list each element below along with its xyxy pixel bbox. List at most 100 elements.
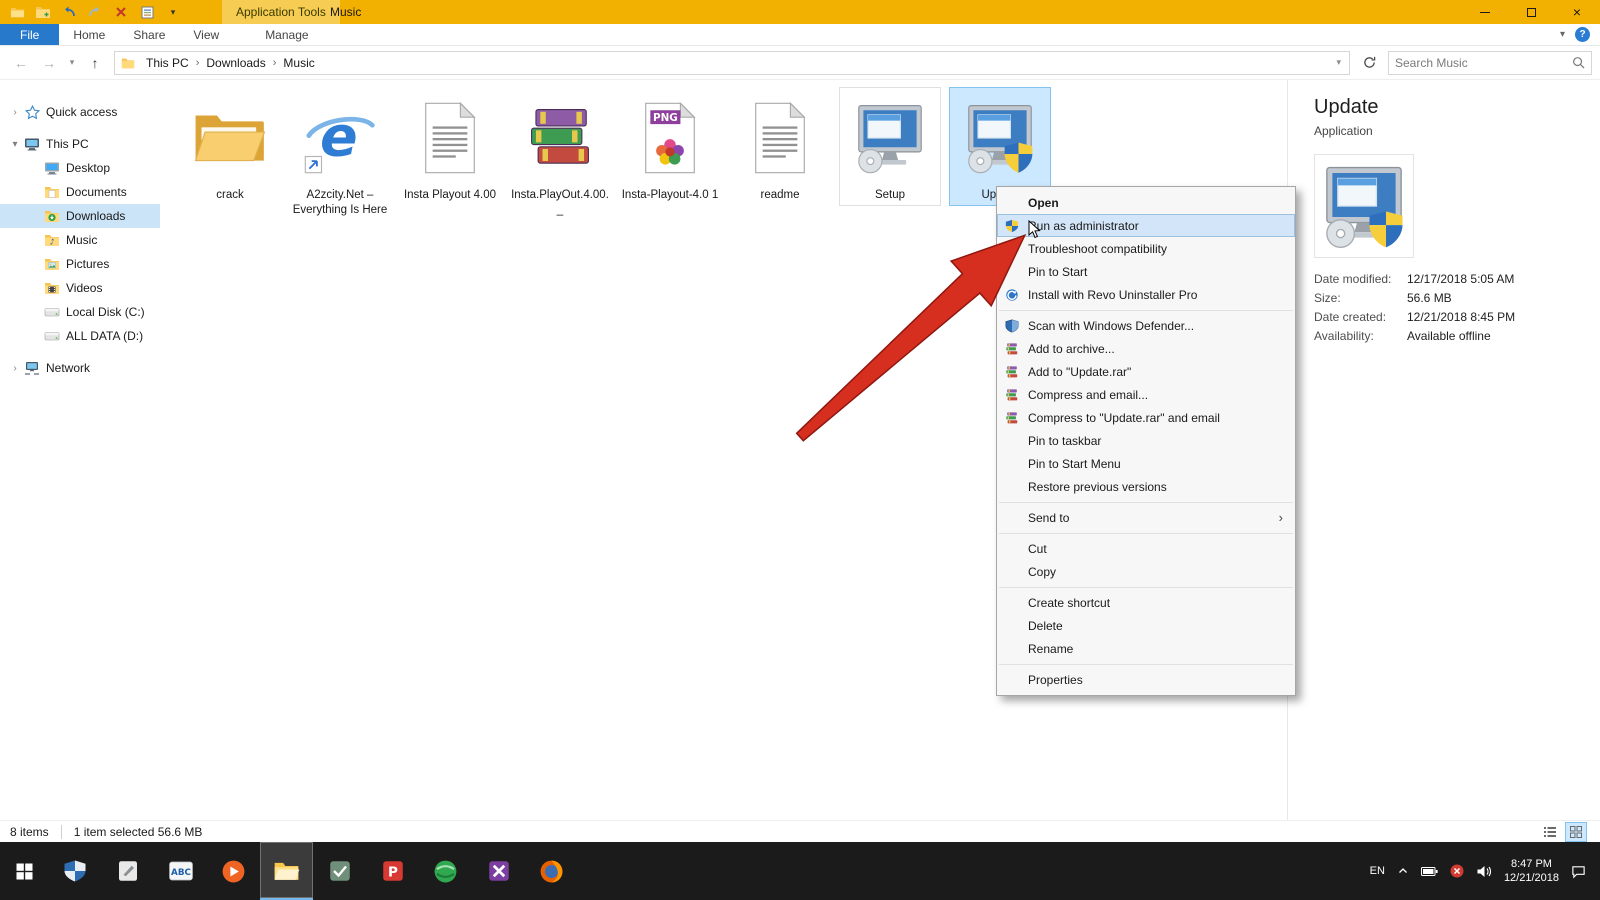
menu-item-compress-to-update-rar-and-email[interactable]: Compress to "Update.rar" and email [997, 406, 1295, 429]
menu-item-pin-to-taskbar[interactable]: Pin to taskbar [997, 429, 1295, 452]
show-hidden-icons-icon[interactable] [1397, 865, 1409, 877]
taskbar-app-green-gray-app[interactable] [313, 842, 366, 900]
ribbon-tab-file[interactable]: File [0, 24, 60, 45]
clock[interactable]: 8:47 PM 12/21/2018 [1504, 857, 1559, 885]
sidebar-item-music[interactable]: ♪ Music [0, 228, 160, 252]
up-button[interactable]: ↑ [82, 51, 108, 75]
ribbon-tab-home[interactable]: Home [59, 24, 119, 45]
menu-item-properties[interactable]: Properties [997, 668, 1295, 691]
sidebar-item-label: Music [66, 233, 98, 247]
help-icon[interactable]: ? [1575, 27, 1590, 42]
maximize-button[interactable] [1508, 0, 1554, 24]
menu-item-troubleshoot-compatibility[interactable]: Troubleshoot compatibility [997, 237, 1295, 260]
address-dropdown-icon[interactable]: ▾ [1328, 57, 1349, 68]
taskbar-app-notes-app[interactable] [101, 842, 154, 900]
back-button[interactable]: ← [8, 51, 34, 75]
search-icon[interactable] [1572, 56, 1591, 69]
file-tile-readme[interactable]: readme [730, 88, 830, 205]
taskbar-app-media-player[interactable] [207, 842, 260, 900]
menu-item-restore-previous-versions[interactable]: Restore previous versions [997, 475, 1295, 498]
recent-locations-dropdown[interactable]: ▾ [64, 51, 80, 75]
menu-item-open[interactable]: Open [997, 191, 1295, 214]
sidebar-item-documents[interactable]: Documents [0, 180, 160, 204]
ribbon-tab-share[interactable]: Share [119, 24, 179, 45]
explorer-icon[interactable] [8, 3, 26, 21]
details-property-row: Date modified: 12/17/2018 5:05 AM [1314, 270, 1600, 289]
menu-item-scan-with-windows-defender[interactable]: Scan with Windows Defender... [997, 314, 1295, 337]
minimize-button[interactable] [1462, 0, 1508, 24]
file-tile-a2zcity-net-everything-is-here[interactable]: e A2zcity.Net – Everything Is Here [290, 88, 390, 220]
breadcrumb-item-music[interactable]: Music [276, 52, 321, 74]
sidebar-item-network[interactable]: › Network [0, 356, 160, 380]
chevron-down-icon[interactable]: ▾ [8, 139, 22, 150]
new-folder-icon[interactable] [34, 3, 52, 21]
large-icons-view-button[interactable] [1565, 821, 1587, 842]
address-box[interactable]: This PC › Downloads › Music ▾ [114, 50, 1350, 75]
breadcrumb-item-this-pc[interactable]: This PC [139, 52, 196, 74]
menu-item-run-as-administrator[interactable]: Run as administrator [997, 214, 1295, 237]
sidebar-item-desktop[interactable]: Desktop [0, 156, 160, 180]
sidebar-item-local-disk-c[interactable]: Local Disk (C:) [0, 300, 160, 324]
menu-item-send-to[interactable]: Send to › [997, 506, 1295, 529]
menu-item-pin-to-start[interactable]: Pin to Start [997, 260, 1295, 283]
titlebar: ▾ Application Tools Music × [0, 0, 1600, 24]
menu-item-install-with-revo-uninstaller-pro[interactable]: Install with Revo Uninstaller Pro [997, 283, 1295, 306]
battery-icon[interactable] [1420, 866, 1438, 877]
taskbar-app-green-orb-app[interactable] [419, 842, 472, 900]
menu-item-create-shortcut[interactable]: Create shortcut [997, 591, 1295, 614]
taskbar-app-windows-defender[interactable] [48, 842, 101, 900]
language-indicator[interactable]: EN [1370, 865, 1385, 877]
taskbar-app-abc-app[interactable]: ABC [154, 842, 207, 900]
details-title: Update [1314, 96, 1379, 118]
taskbar-app-file-explorer[interactable] [260, 842, 313, 900]
menu-item-pin-to-start-menu[interactable]: Pin to Start Menu [997, 452, 1295, 475]
chevron-right-icon[interactable]: › [8, 107, 22, 118]
breadcrumb-item-downloads[interactable]: Downloads [199, 52, 272, 74]
menu-item-label: Run as administrator [1028, 218, 1139, 233]
sidebar-item-this-pc[interactable]: ▾ This PC [0, 132, 160, 156]
sidebar-item-pictures[interactable]: Pictures [0, 252, 160, 276]
menu-icon-slot [1003, 641, 1021, 657]
menu-item-compress-and-email[interactable]: Compress and email... [997, 383, 1295, 406]
close-button[interactable]: × [1554, 0, 1600, 24]
taskbar-app-firefox[interactable] [525, 842, 578, 900]
file-tile-insta-playout-4-0-1[interactable]: PNG Insta-Playout-4.0 1 [620, 88, 720, 205]
start-button[interactable] [0, 842, 48, 900]
address-bar: ← → ▾ ↑ This PC › Downloads › Music ▾ [0, 46, 1600, 80]
volume-icon[interactable] [1476, 865, 1492, 878]
menu-item-add-to-archive[interactable]: Add to archive... [997, 337, 1295, 360]
selected-file-icon [1314, 154, 1414, 258]
menu-item-add-to-update-rar[interactable]: Add to "Update.rar" [997, 360, 1295, 383]
search-input[interactable] [1389, 55, 1572, 70]
sidebar-item-all-data-d[interactable]: ALL DATA (D:) [0, 324, 160, 348]
redo-icon[interactable] [86, 3, 104, 21]
menu-item-copy[interactable]: Copy [997, 560, 1295, 583]
file-tile-insta-playout-4-00[interactable]: Insta Playout 4.00 [400, 88, 500, 205]
sidebar-item-videos[interactable]: Videos [0, 276, 160, 300]
file-tile-insta-playout-4-00[interactable]: Insta.PlayOut.4.00._ [510, 88, 610, 220]
sidebar-item-quick-access[interactable]: › Quick access [0, 100, 160, 124]
delete-icon[interactable] [112, 3, 130, 21]
expand-ribbon-icon[interactable]: ▾ [1560, 29, 1565, 40]
undo-icon[interactable] [60, 3, 78, 21]
taskbar-app-purple-app[interactable] [472, 842, 525, 900]
sidebar-item-downloads[interactable]: Downloads [0, 204, 160, 228]
forward-button[interactable]: → [36, 51, 62, 75]
file-name: Insta.PlayOut.4.00._ [511, 189, 609, 216]
ribbon-tab-view[interactable]: View [179, 24, 233, 45]
menu-item-cut[interactable]: Cut [997, 537, 1295, 560]
properties-icon[interactable] [138, 3, 156, 21]
file-tile-crack[interactable]: crack [180, 88, 280, 205]
file-tile-setup[interactable]: Setup [839, 87, 941, 206]
details-view-button[interactable] [1540, 823, 1560, 841]
red-tray-icon[interactable] [1450, 864, 1464, 878]
action-center-icon[interactable] [1571, 864, 1586, 879]
menu-item-rename[interactable]: Rename [997, 637, 1295, 660]
system-tray: EN 8:47 PM 12/21/2018 [1370, 842, 1600, 900]
taskbar-app-red-p-app[interactable]: P [366, 842, 419, 900]
refresh-button[interactable] [1356, 51, 1382, 75]
chevron-right-icon[interactable]: › [8, 363, 22, 374]
menu-item-delete[interactable]: Delete [997, 614, 1295, 637]
qat-dropdown-icon[interactable]: ▾ [164, 3, 182, 21]
ribbon-tab-manage[interactable]: Manage [251, 24, 322, 45]
